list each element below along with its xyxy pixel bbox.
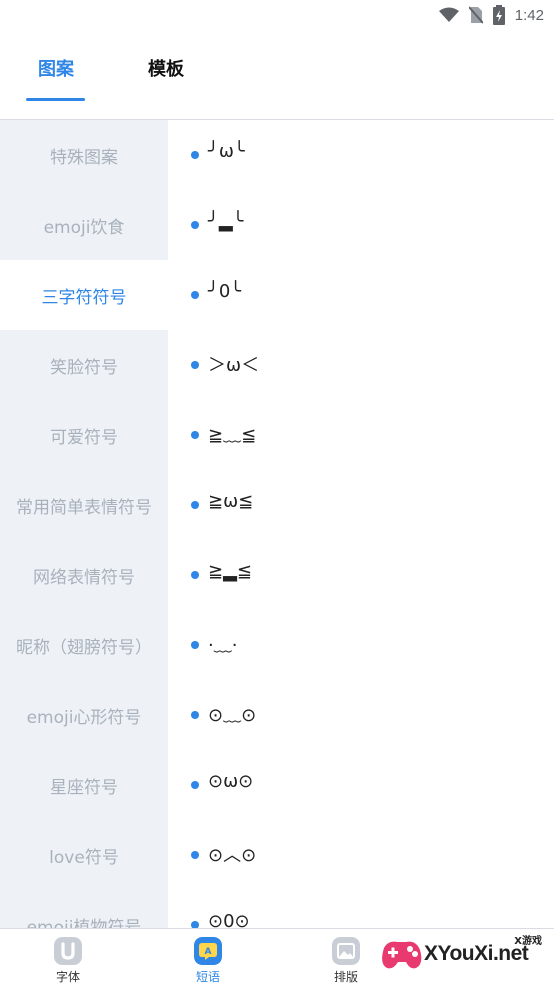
top-tab-bar: 图案 模板 — [0, 30, 554, 120]
symbol-item[interactable]: ≧ω≦ — [168, 470, 554, 540]
bullet-dot — [191, 711, 199, 719]
nav-label-phrase: 短语 — [195, 970, 220, 984]
nav-font[interactable]: 字体 — [38, 933, 98, 985]
category-sidebar[interactable]: 特殊图案 emoji饮食 三字符符号 笑脸符号 可爱符号 常用简单表情符号 网络… — [0, 120, 168, 928]
symbol-text: ＞ω＜ — [208, 355, 260, 376]
category-item[interactable]: 昵称（翅膀符号） — [0, 610, 168, 680]
watermark-logo: X游戏 XYouXi.net — [378, 930, 548, 984]
symbol-text: ≧▂≦ — [208, 561, 253, 582]
category-item[interactable]: 星座符号 — [0, 750, 168, 820]
category-item[interactable]: love符号 — [0, 820, 168, 890]
gamepad-logo-icon — [382, 941, 422, 969]
symbol-item[interactable]: ⊙︿⊙ — [168, 820, 554, 890]
symbol-text: ⊙︿⊙ — [208, 845, 257, 866]
symbol-item[interactable]: ≧﹏≦ — [168, 400, 554, 470]
phrase-bubble-icon: A — [194, 937, 222, 965]
bullet-dot — [191, 781, 199, 789]
symbol-text: ≧ω≦ — [208, 491, 254, 512]
bullet-dot — [191, 641, 199, 649]
symbol-item[interactable]: ≧▂≦ — [168, 540, 554, 610]
category-item[interactable]: 笑脸符号 — [0, 330, 168, 400]
nav-label-font: 字体 — [55, 970, 80, 984]
bullet-dot — [191, 571, 199, 579]
category-item[interactable]: emoji饮食 — [0, 190, 168, 260]
battery-charging-icon — [492, 5, 505, 25]
bullet-dot — [191, 221, 199, 229]
category-item-active[interactable]: 三字符符号 — [0, 260, 168, 330]
symbol-list[interactable]: ╯ω╰ ╯▂╰ ╯0╰ ＞ω＜ ≧﹏≦ ≧ω≦ ≧▂≦ ·﹏· ⊙﹏⊙ ⊙ω⊙ … — [168, 120, 554, 928]
symbol-item[interactable]: ╯ω╰ — [168, 120, 554, 190]
tab-patterns[interactable]: 图案 — [38, 55, 74, 81]
bullet-dot — [191, 431, 199, 439]
category-item[interactable]: 可爱符号 — [0, 400, 168, 470]
symbol-item[interactable]: ＞ω＜ — [168, 330, 554, 400]
bullet-dot — [191, 921, 199, 928]
symbol-text: ⊙0⊙ — [208, 911, 250, 928]
symbol-item[interactable]: ⊙﹏⊙ — [168, 680, 554, 750]
category-item[interactable]: 常用简单表情符号 — [0, 470, 168, 540]
symbol-text: ⊙﹏⊙ — [208, 705, 257, 726]
nav-label-layout: 排版 — [333, 970, 358, 984]
no-sim-icon — [468, 6, 483, 24]
category-item[interactable]: emoji心形符号 — [0, 680, 168, 750]
symbol-item[interactable]: ⊙0⊙ — [168, 890, 554, 928]
font-u-icon — [54, 937, 82, 965]
svg-text:A: A — [205, 947, 212, 957]
symbol-text: ⊙ω⊙ — [208, 771, 254, 792]
bullet-dot — [191, 851, 199, 859]
watermark-text: XYouXi.net — [424, 942, 529, 965]
active-tab-indicator — [26, 98, 85, 101]
bullet-dot — [191, 501, 199, 509]
symbol-text: ╯0╰ — [208, 281, 242, 302]
bullet-dot — [191, 291, 199, 299]
tab-templates[interactable]: 模板 — [148, 55, 184, 81]
symbol-text: ≧﹏≦ — [208, 425, 257, 446]
status-icons: 1:42 — [438, 4, 544, 26]
symbol-item[interactable]: ╯▂╰ — [168, 190, 554, 260]
bullet-dot — [191, 151, 199, 159]
bullet-dot — [191, 361, 199, 369]
symbol-item[interactable]: ⊙ω⊙ — [168, 750, 554, 820]
category-item[interactable]: 特殊图案 — [0, 120, 168, 190]
category-item[interactable]: emoji植物符号 — [0, 890, 168, 929]
main-content: 特殊图案 emoji饮食 三字符符号 笑脸符号 可爱符号 常用简单表情符号 网络… — [0, 120, 554, 928]
nav-layout[interactable]: 排版 — [316, 933, 376, 985]
nav-phrase[interactable]: A 短语 — [178, 933, 238, 985]
image-layout-icon — [332, 937, 360, 965]
symbol-text: ╯ω╰ — [208, 141, 245, 162]
category-item[interactable]: 网络表情符号 — [0, 540, 168, 610]
status-time: 1:42 — [514, 6, 544, 24]
wifi-icon — [438, 7, 459, 22]
symbol-text: ·﹏· — [208, 635, 238, 656]
symbol-item[interactable]: ·﹏· — [168, 610, 554, 680]
symbol-item[interactable]: ╯0╰ — [168, 260, 554, 330]
status-bar: 1:42 — [0, 0, 554, 30]
symbol-text: ╯▂╰ — [208, 211, 244, 232]
